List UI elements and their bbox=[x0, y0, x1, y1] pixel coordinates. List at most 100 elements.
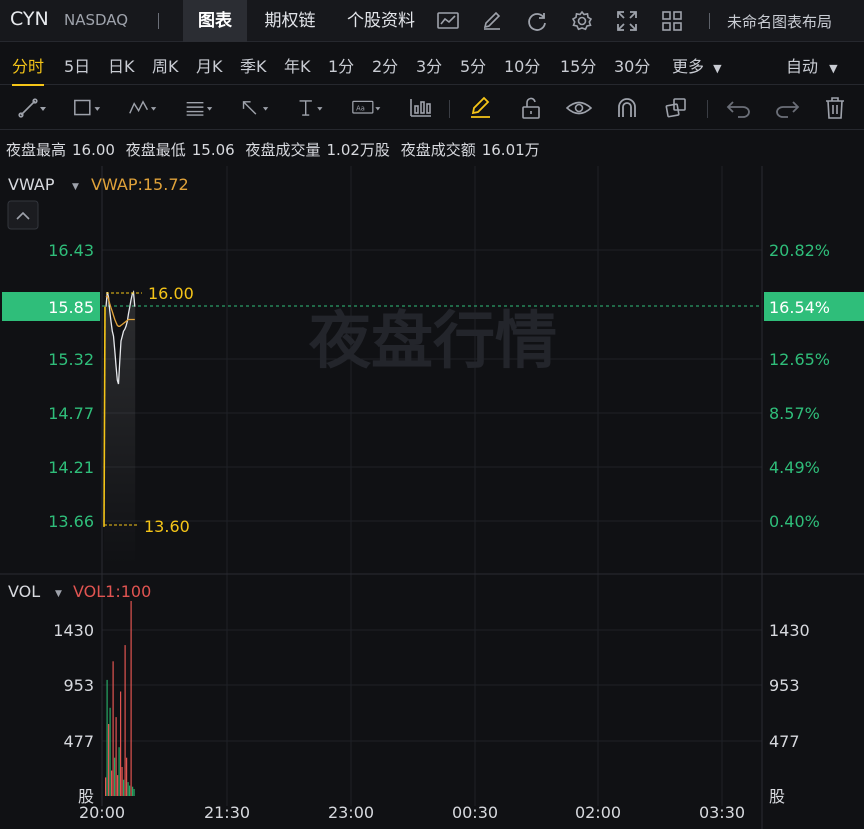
period-5day[interactable]: 5日 bbox=[64, 53, 90, 77]
undo-icon[interactable] bbox=[724, 95, 754, 121]
mode-label: 自动 bbox=[786, 57, 819, 76]
time-tick: 20:00 bbox=[79, 803, 125, 822]
period-daily[interactable]: 日K bbox=[108, 53, 135, 77]
volume-bar bbox=[133, 789, 135, 796]
current-price-value: 15.85 bbox=[48, 298, 94, 317]
time-tick: 02:00 bbox=[575, 803, 621, 822]
tab-stock-profile[interactable]: 个股资料 bbox=[333, 0, 429, 42]
mode-select[interactable]: 自动 ▼ bbox=[786, 53, 838, 77]
high-label: 夜盘最高 bbox=[6, 141, 67, 159]
note-icon[interactable]: Aa bbox=[352, 95, 382, 121]
price-tick: 16.43 bbox=[48, 241, 94, 260]
amount-label: 夜盘成交额 bbox=[400, 141, 476, 159]
low-value: 15.06 bbox=[191, 141, 235, 159]
period-1min[interactable]: 1分 bbox=[328, 53, 354, 77]
trash-icon[interactable] bbox=[820, 95, 850, 121]
price-tick: 15.32 bbox=[48, 350, 94, 369]
volume-bar bbox=[114, 757, 116, 796]
top-bar: CYN NASDAQ 图表 期权链 个股资料 未命名图表布局 bbox=[0, 0, 864, 42]
trend-line-icon[interactable] bbox=[18, 95, 48, 121]
eye-icon[interactable] bbox=[564, 95, 594, 121]
caret-down-icon: ▼ bbox=[713, 62, 722, 75]
volume-bar bbox=[112, 661, 114, 796]
pattern-icon[interactable] bbox=[128, 95, 158, 121]
period-10min[interactable]: 10分 bbox=[504, 53, 540, 77]
chart-type-icon[interactable] bbox=[435, 8, 461, 34]
low-marker-label: 13.60 bbox=[144, 517, 190, 536]
time-tick: 03:30 bbox=[699, 803, 745, 822]
text-icon[interactable] bbox=[296, 95, 326, 121]
gear-icon[interactable] bbox=[569, 8, 595, 34]
symbol-label: CYN bbox=[10, 8, 49, 30]
divider bbox=[158, 13, 159, 29]
volume-value: 1.02万股 bbox=[326, 141, 390, 159]
percent-tick: 20.82% bbox=[769, 241, 830, 260]
volume-unit: 股 bbox=[769, 787, 785, 806]
indicator-icon[interactable] bbox=[406, 95, 436, 121]
clone-icon[interactable] bbox=[661, 95, 691, 121]
percent-tick: 8.57% bbox=[769, 404, 820, 423]
exchange-label: NASDAQ bbox=[64, 11, 129, 29]
period-30min[interactable]: 30分 bbox=[614, 53, 650, 77]
volume-tick: 1430 bbox=[53, 621, 94, 640]
caret-down-icon: ▼ bbox=[829, 62, 838, 75]
unlock-icon[interactable] bbox=[516, 95, 546, 121]
volume-bar bbox=[129, 785, 131, 796]
volume-label: 夜盘成交量 bbox=[245, 141, 321, 159]
volume-bar bbox=[120, 691, 122, 796]
fib-icon[interactable] bbox=[184, 95, 214, 121]
volume-bar bbox=[115, 717, 117, 796]
amount-value: 16.01万 bbox=[481, 141, 540, 159]
period-intraday[interactable]: 分时 bbox=[12, 53, 45, 86]
caret-down-icon[interactable]: ▼ bbox=[55, 589, 62, 599]
period-15min[interactable]: 15分 bbox=[560, 53, 596, 77]
period-weekly[interactable]: 周K bbox=[152, 53, 179, 77]
volume-indicator-value: VOL1:100 bbox=[73, 582, 151, 601]
layout-name[interactable]: 未命名图表布局 bbox=[727, 11, 832, 32]
volume-bar bbox=[127, 782, 129, 796]
magnet-icon[interactable] bbox=[612, 95, 642, 121]
volume-bar bbox=[111, 770, 113, 796]
grid-layout-icon[interactable] bbox=[659, 8, 685, 34]
refresh-icon[interactable] bbox=[524, 8, 550, 34]
rectangle-icon[interactable] bbox=[72, 95, 102, 121]
period-yearly[interactable]: 年K bbox=[284, 53, 311, 77]
collapse-button[interactable] bbox=[7, 200, 39, 230]
period-2min[interactable]: 2分 bbox=[372, 53, 398, 77]
price-tick: 13.66 bbox=[48, 512, 94, 531]
pencil-icon[interactable] bbox=[466, 95, 496, 121]
volume-tick: 477 bbox=[769, 732, 800, 751]
period-quarterly[interactable]: 季K bbox=[240, 53, 267, 77]
tab-options-chain[interactable]: 期权链 bbox=[250, 0, 330, 42]
time-tick: 23:00 bbox=[328, 803, 374, 822]
grid-lines bbox=[101, 166, 762, 806]
period-5min[interactable]: 5分 bbox=[460, 53, 486, 77]
volume-bar bbox=[124, 645, 126, 796]
arrow-icon[interactable] bbox=[240, 95, 270, 121]
volume-bar bbox=[132, 786, 134, 796]
tab-chart[interactable]: 图表 bbox=[183, 0, 247, 42]
volume-bar bbox=[108, 724, 110, 796]
period-more[interactable]: 更多 ▼ bbox=[672, 53, 722, 77]
volume-bar bbox=[109, 707, 111, 796]
caret-down-icon[interactable]: ▼ bbox=[72, 182, 79, 192]
period-monthly[interactable]: 月K bbox=[196, 53, 223, 77]
price-indicator-name[interactable]: VWAP bbox=[8, 175, 55, 194]
period-3min[interactable]: 3分 bbox=[416, 53, 442, 77]
watermark: 夜盘行情 bbox=[308, 304, 557, 377]
divider bbox=[707, 100, 708, 118]
price-tick: 14.77 bbox=[48, 404, 94, 423]
volume-tick: 953 bbox=[63, 676, 94, 695]
volume-tick: 1430 bbox=[769, 621, 810, 640]
low-label: 夜盘最低 bbox=[125, 141, 186, 159]
period-more-label: 更多 bbox=[672, 57, 705, 76]
volume-bar bbox=[117, 775, 119, 796]
redo-icon[interactable] bbox=[772, 95, 802, 121]
night-session-stats: 夜盘最高 16.00 夜盘最低 15.06 夜盘成交量 1.02万股 夜盘成交额 16.… bbox=[6, 139, 546, 160]
percent-tick: 0.40% bbox=[769, 512, 820, 531]
volume-indicator-name[interactable]: VOL bbox=[8, 582, 40, 601]
chart-area[interactable]: 夜盘行情 VWAP ▼ VWAP:15.72 16.43 15.32 14.77… bbox=[0, 166, 864, 829]
fullscreen-icon[interactable] bbox=[614, 8, 640, 34]
divider bbox=[709, 13, 710, 29]
edit-icon[interactable] bbox=[479, 8, 505, 34]
